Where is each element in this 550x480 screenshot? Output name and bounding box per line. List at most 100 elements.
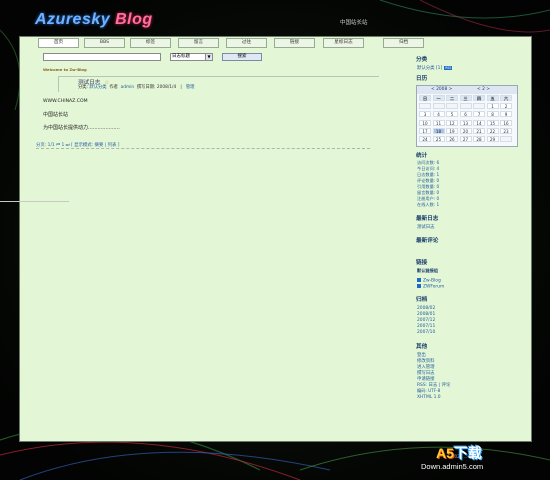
sidebar-calendar-title: 日历	[416, 76, 428, 82]
meta-category-link[interactable]: 默认分类	[89, 85, 106, 90]
tab-starred[interactable]: 星标日志	[323, 38, 364, 48]
calendar-day[interactable]: 28	[473, 136, 485, 142]
tab-tags[interactable]: 标签	[130, 38, 171, 48]
category-link[interactable]: 默认分类 [1]	[417, 66, 442, 71]
calendar-weekday: 二	[446, 95, 458, 101]
calendar-day[interactable]: 29	[486, 136, 499, 142]
blog-logo[interactable]: Azuresky Blog	[35, 11, 153, 29]
logo-text-1: Azuresky	[35, 11, 116, 28]
sidebar-latest-comments-title: 最新评论	[416, 238, 439, 244]
search-input[interactable]	[43, 53, 161, 61]
post-body-line-2: 中国站长站	[43, 112, 69, 118]
links-group-label: 默认链接组	[417, 268, 438, 273]
watermark-logo: A5下载	[436, 443, 482, 463]
chevron-down-icon[interactable]: ▼	[205, 54, 212, 60]
watermark-a5: A5	[436, 445, 454, 461]
search-button[interactable]: 搜索	[222, 53, 262, 61]
sidebar-other-title: 其他	[416, 344, 428, 350]
post-meta: 分类: 默认分类 作者 admin 撰写日期: 2008/1/4 | 管理	[78, 84, 194, 90]
calendar-day[interactable]: 20	[459, 127, 472, 134]
calendar-day[interactable]: 12	[446, 119, 458, 126]
watermark-url: Down.admin5.com	[421, 462, 484, 471]
calendar: < 2008 > < 2 > 日一二三四五六 1 2 3 4 5 6 7 8 9 10 11 12 13 1…	[416, 85, 518, 147]
calendar-day[interactable]: 14	[473, 119, 485, 126]
calendar-day[interactable]: 24	[419, 136, 431, 142]
calendar-day[interactable]: 5	[446, 111, 458, 118]
link-icon	[417, 284, 421, 288]
tab-bbs[interactable]: BBS	[84, 38, 125, 48]
logo-text-2: Blog	[115, 11, 153, 28]
calendar-header: < 2008 > < 2 >	[417, 86, 517, 94]
sidebar-category-title: 分类	[416, 57, 428, 63]
calendar-empty-cell	[432, 103, 445, 110]
calendar-empty-cell	[473, 103, 485, 110]
calendar-day[interactable]: 3	[419, 111, 431, 118]
divider	[36, 148, 370, 149]
meta-separator: |	[180, 85, 182, 90]
rss-icon[interactable]: RSS	[444, 65, 453, 70]
calendar-day[interactable]: 19	[446, 127, 458, 134]
link-text[interactable]: Zw-Blog	[423, 279, 441, 284]
sidebar-category-item[interactable]: 默认分类 [1] RSS	[417, 65, 453, 71]
tab-history[interactable]: 过往	[226, 38, 267, 48]
calendar-day[interactable]: 9	[500, 111, 512, 118]
meta-author-link[interactable]: admin	[121, 85, 134, 90]
calendar-day[interactable]: 16	[500, 119, 512, 126]
calendar-empty-cell	[419, 103, 431, 110]
calendar-day[interactable]: 11	[432, 119, 445, 126]
xhtml-link[interactable]: XHTML 1.0	[417, 395, 441, 400]
tab-links[interactable]: 链接	[274, 38, 315, 48]
calendar-day[interactable]: 22	[486, 127, 499, 134]
calendar-weekday: 六	[500, 95, 512, 101]
calendar-day[interactable]: 4	[432, 111, 445, 118]
calendar-day[interactable]: 23	[500, 127, 512, 134]
calendar-day[interactable]: 13	[459, 119, 472, 126]
calendar-empty-cell	[459, 103, 472, 110]
meta-date: 2008/1/4	[156, 85, 177, 90]
calendar-day[interactable]: 7	[473, 111, 485, 118]
calendar-year-nav[interactable]: < 2008 >	[431, 86, 452, 94]
tab-archive[interactable]: 归档	[383, 38, 424, 48]
sidebar-latest-posts-title: 最新日志	[416, 216, 439, 222]
site-name: 中国站长站	[340, 20, 368, 26]
link-item-zwforum[interactable]: ZWForum	[417, 284, 444, 290]
search-select-value: 日志标题	[172, 54, 190, 59]
calendar-day[interactable]: 21	[473, 127, 485, 134]
archive-item[interactable]: 2008/02	[417, 306, 435, 311]
calendar-weekday: 五	[486, 95, 499, 101]
archive-item[interactable]: 2007/10	[417, 330, 435, 335]
calendar-day[interactable]: 17	[419, 127, 431, 134]
calendar-day[interactable]: 27	[459, 136, 472, 142]
welcome-text: Welcome to Zw-Blog	[43, 67, 87, 72]
calendar-day[interactable]: 8	[486, 111, 499, 118]
encoding-text: 编码: UTF-8	[417, 388, 441, 393]
meta-date-label: 撰写日期:	[136, 85, 156, 90]
calendar-month-nav[interactable]: < 2 >	[477, 86, 490, 94]
calendar-day[interactable]: 2	[500, 103, 512, 110]
calendar-day[interactable]: 15	[486, 119, 499, 126]
tab-home[interactable]: 首页	[38, 38, 79, 48]
link-icon	[417, 278, 421, 282]
calendar-day[interactable]: 10	[419, 119, 431, 126]
calendar-day[interactable]: 6	[459, 111, 472, 118]
sidebar-stats-title: 统计	[416, 153, 428, 159]
calendar-empty-cell	[446, 103, 458, 110]
sidebar-links-title: 链接	[416, 260, 428, 266]
link-text[interactable]: ZWForum	[423, 285, 444, 290]
archive-item[interactable]: 2007/11	[417, 324, 435, 329]
calendar-day[interactable]: 1	[486, 103, 499, 110]
calendar-day[interactable]: 26	[446, 136, 458, 142]
archive-item[interactable]: 2008/01	[417, 312, 435, 317]
calendar-day[interactable]: 18	[432, 127, 445, 134]
latest-post-link[interactable]: 测试日志	[417, 224, 435, 230]
left-decor-line	[0, 201, 69, 202]
search-type-select[interactable]: 日志标题 ▼	[170, 53, 213, 61]
meta-admin-link[interactable]: 管理	[186, 85, 195, 90]
calendar-day[interactable]: 25	[432, 136, 445, 142]
watermark-download: 下载	[453, 445, 482, 461]
post-body-line-3: 为中国站长提供动力....................	[43, 125, 120, 131]
link-item-zwblog[interactable]: Zw-Blog	[417, 278, 441, 284]
calendar-weekday: 一	[432, 95, 445, 101]
tab-guestbook[interactable]: 留言	[178, 38, 219, 48]
archive-item[interactable]: 2007/12	[417, 318, 435, 323]
